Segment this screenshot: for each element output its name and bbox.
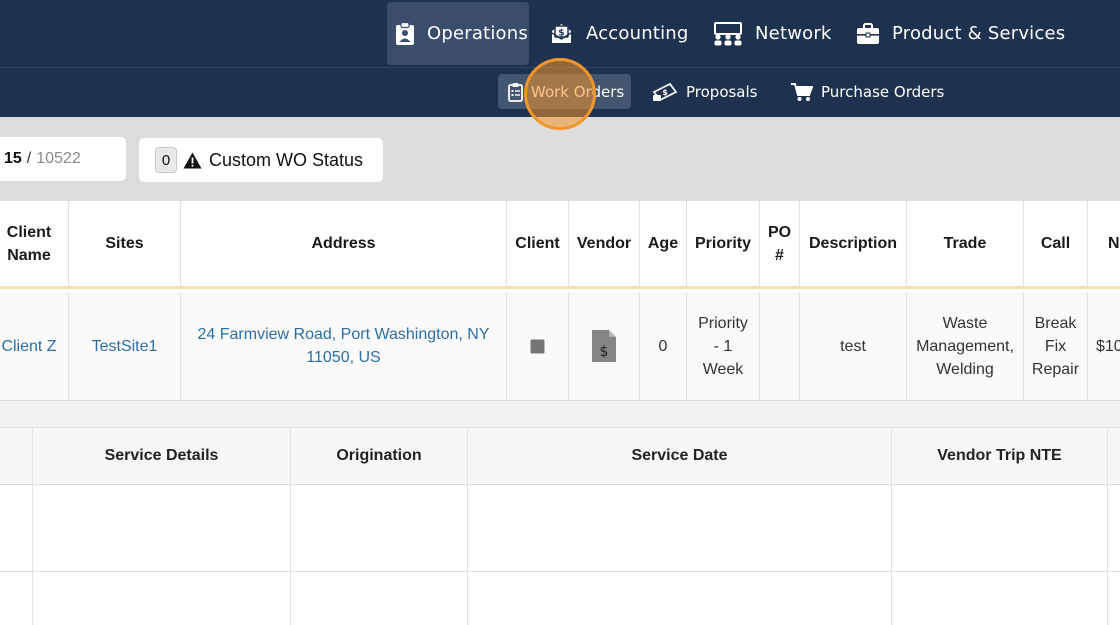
col-call[interactable]: Call (1024, 201, 1088, 286)
site-link[interactable]: TestSite1 (92, 335, 158, 358)
table-row[interactable] (0, 572, 1120, 625)
subnav-purchase-orders-label: Purchase Orders (821, 82, 945, 101)
cell-service-date (468, 572, 892, 625)
svg-text:$: $ (662, 88, 668, 97)
cell-vendor-trip-nte (892, 485, 1108, 571)
col-vendor[interactable]: Vendor (569, 201, 640, 286)
cell-nte: $10 (1096, 337, 1120, 355)
cell-client-doc[interactable] (507, 292, 569, 400)
custom-wo-status-filter[interactable]: 0 Custom WO Status (139, 138, 383, 182)
status-filter-label: Custom WO Status (209, 149, 364, 170)
cell-blank (0, 485, 33, 571)
clipboard-user-icon (396, 21, 414, 45)
col-service-date[interactable]: Service Date (468, 428, 892, 484)
subnav-proposals[interactable]: $ Proposals (652, 74, 757, 109)
filter-bar: 15 / 10522 0 Custom WO Status (0, 117, 1120, 201)
cell-client-name[interactable]: Client Z (0, 292, 69, 400)
money-bill-hand-icon: $ (652, 82, 678, 101)
col-client[interactable]: Client (507, 201, 569, 286)
cell-description: test (800, 292, 907, 400)
cell-blank (1108, 485, 1120, 571)
nav-product-services-label: Product & Services (892, 23, 1066, 44)
nav-network-label: Network (755, 23, 832, 44)
col-service-details[interactable]: Service Details (33, 428, 291, 484)
col-age[interactable]: Age (640, 201, 687, 286)
cell-address[interactable]: 24 Farmview Road, Port Washington, NY 11… (181, 292, 507, 400)
shopping-cart-icon (791, 82, 813, 101)
cell-call: Break Fix Repair (1024, 292, 1088, 400)
section-gap (0, 401, 1120, 427)
status-count-badge: 0 (155, 147, 177, 173)
nav-operations[interactable]: Operations (387, 2, 529, 65)
col-description[interactable]: Description (800, 201, 907, 286)
nav-accounting-label: Accounting (586, 23, 689, 44)
col-trade[interactable]: Trade (907, 201, 1024, 286)
nav-operations-label: Operations (427, 23, 528, 44)
table-row[interactable] (0, 485, 1120, 572)
col-blank-right (1108, 428, 1120, 484)
cell-service-details (33, 485, 291, 571)
address-link[interactable]: 24 Farmview Road, Port Washington, NY 11… (189, 323, 498, 369)
subnav-work-orders-label: Work Orders (531, 82, 625, 101)
service-table-header: Service Details Origination Service Date… (0, 427, 1120, 485)
warning-icon (183, 152, 202, 168)
client-name-link[interactable]: Client Z (1, 335, 56, 358)
clipboard-list-icon (508, 82, 523, 102)
cell-priority: Priority - 1 Week (687, 292, 760, 400)
invoice-dollar-icon[interactable]: $ (591, 329, 617, 363)
current-count: 15 (4, 150, 22, 167)
count-separator: / (26, 150, 32, 167)
table-header-row: Client Name Sites Address Client Vendor … (0, 201, 1120, 289)
total-count: 10522 (36, 150, 81, 167)
col-origination[interactable]: Origination (291, 428, 468, 484)
col-client-name[interactable]: Client Name (0, 201, 69, 286)
sub-navigation: Work Orders $ Proposals Purchase Orders (0, 68, 1120, 117)
service-table: Service Details Origination Service Date… (0, 427, 1120, 625)
col-sites[interactable]: Sites (69, 201, 181, 286)
cell-trade: Waste Management, Welding (907, 292, 1024, 400)
subnav-work-orders[interactable]: Work Orders (498, 74, 631, 109)
col-blank-left (0, 428, 33, 484)
cell-origination (291, 572, 468, 625)
col-nte[interactable]: N (1088, 201, 1120, 286)
svg-text:$: $ (600, 344, 609, 360)
cell-blank (0, 572, 33, 625)
cell-vendor-trip-nte (892, 572, 1108, 625)
money-envelope-icon: $ (551, 23, 572, 43)
cell-service-details (33, 572, 291, 625)
nav-network[interactable]: Network (713, 2, 832, 65)
square-icon (530, 339, 545, 353)
cell-site[interactable]: TestSite1 (69, 292, 181, 400)
briefcase-icon (857, 22, 879, 44)
col-priority[interactable]: Priority (687, 201, 760, 286)
subnav-purchase-orders[interactable]: Purchase Orders (790, 74, 944, 109)
cell-origination (291, 485, 468, 571)
col-vendor-trip-nte[interactable]: Vendor Trip NTE (892, 428, 1108, 484)
cell-vendor-invoice[interactable]: $ (569, 292, 640, 400)
nav-product-services[interactable]: Product & Services (856, 2, 1065, 65)
cell-service-date (468, 485, 892, 571)
cell-blank (1108, 572, 1120, 625)
col-po-number[interactable]: PO # (760, 201, 800, 286)
top-navigation: Operations $ Accounting Network Product … (0, 0, 1120, 67)
work-orders-table: Client Name Sites Address Client Vendor … (0, 201, 1120, 401)
cell-po (760, 292, 800, 400)
nav-accounting[interactable]: $ Accounting (549, 2, 689, 65)
users-network-icon (714, 21, 742, 45)
record-count: 15 / 10522 (0, 137, 126, 181)
table-row[interactable]: Client Z TestSite1 24 Farmview Road, Por… (0, 292, 1120, 401)
subnav-proposals-label: Proposals (686, 82, 758, 101)
col-address[interactable]: Address (181, 201, 507, 286)
cell-age: 0 (640, 292, 687, 400)
